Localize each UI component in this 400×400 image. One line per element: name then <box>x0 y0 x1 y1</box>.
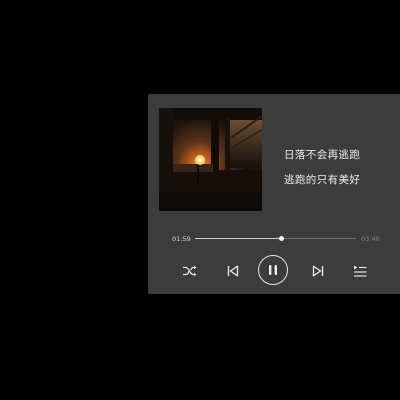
skip-next-icon <box>312 265 324 277</box>
playlist-icon <box>354 265 367 277</box>
next-track-button[interactable] <box>310 263 326 279</box>
progress-row: 01:59 03:40 <box>148 232 400 246</box>
lyric-line-1: 日落不会再逃跑 <box>284 149 361 161</box>
album-cover-image <box>159 108 262 211</box>
album-cover[interactable] <box>159 108 262 211</box>
skip-previous-icon <box>227 265 239 277</box>
pause-icon <box>269 265 277 275</box>
elapsed-time: 01:59 <box>172 235 191 243</box>
progress-thumb[interactable] <box>279 236 285 241</box>
play-pause-button[interactable] <box>258 255 288 285</box>
playback-controls <box>148 254 400 290</box>
playlist-button[interactable] <box>352 263 368 279</box>
screen: 日落不会再逃跑 逃跑的只有美好 01:59 03:40 <box>0 0 400 400</box>
total-time: 03:40 <box>361 235 380 243</box>
lyrics-block: 日落不会再逃跑 逃跑的只有美好 <box>284 148 394 187</box>
progress-fill <box>195 238 282 239</box>
progress-bar[interactable] <box>195 236 356 241</box>
shuffle-icon <box>183 265 197 277</box>
shuffle-button[interactable] <box>182 263 198 279</box>
music-player-card: 日落不会再逃跑 逃跑的只有美好 01:59 03:40 <box>148 94 400 294</box>
lyric-line-2: 逃跑的只有美好 <box>284 174 361 186</box>
previous-track-button[interactable] <box>225 263 241 279</box>
